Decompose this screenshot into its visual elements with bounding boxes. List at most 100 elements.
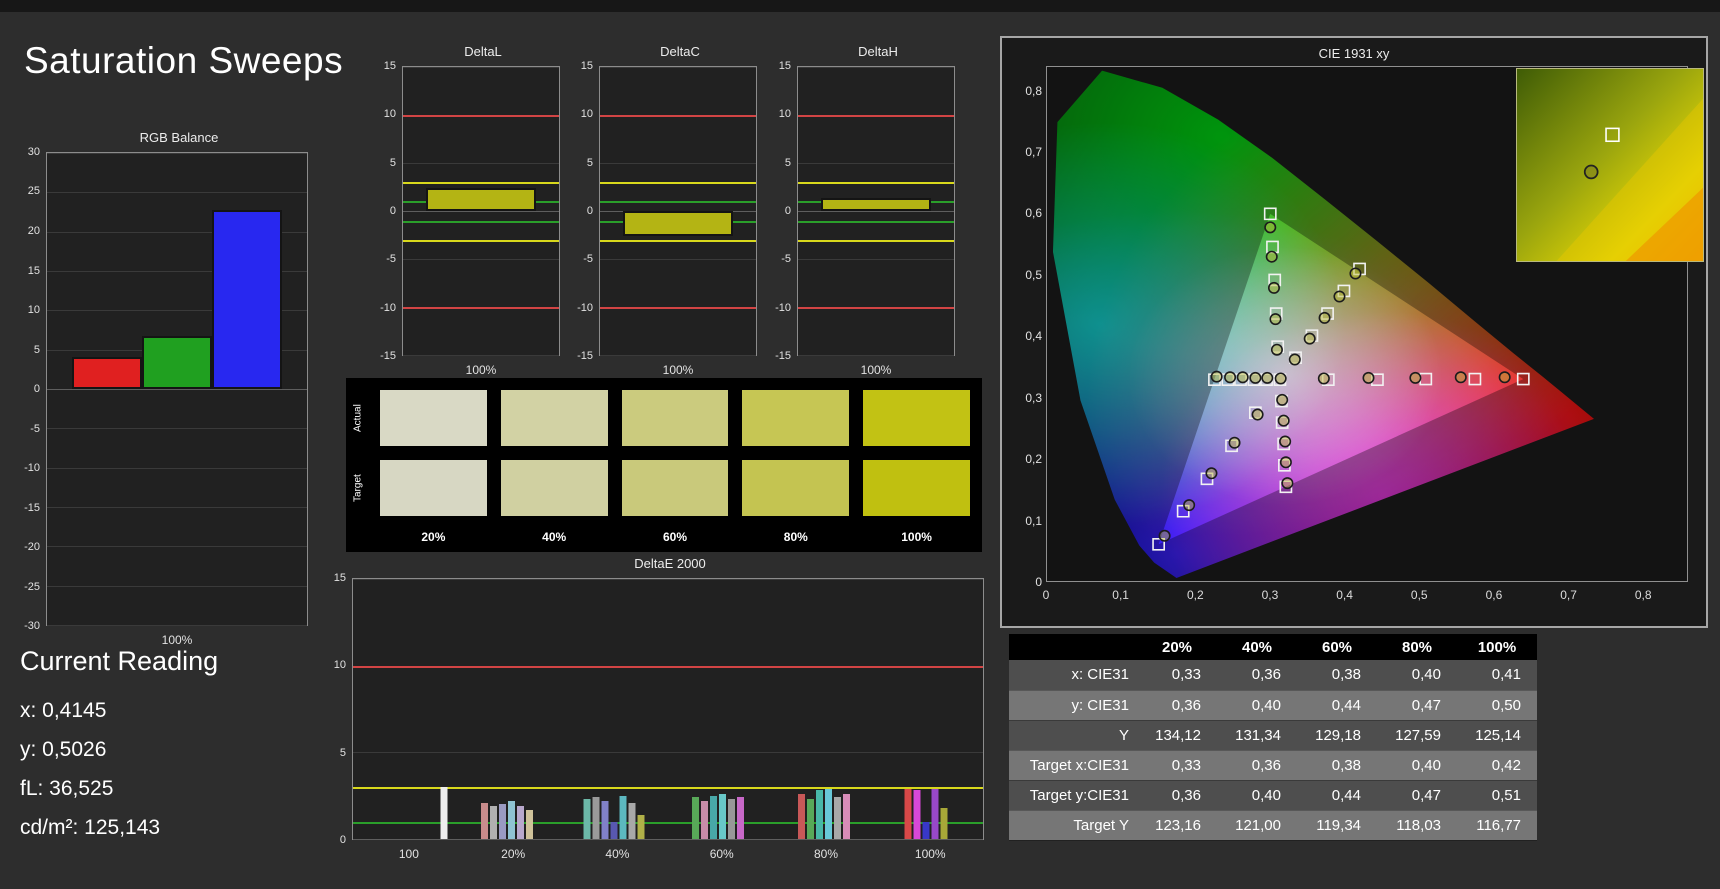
y-tick-label: -15 bbox=[24, 501, 40, 514]
y-tick-label: 5 bbox=[389, 156, 396, 169]
target-swatch bbox=[500, 460, 608, 516]
target-swatch bbox=[742, 460, 850, 516]
grid-line bbox=[47, 192, 307, 194]
reference-line bbox=[798, 239, 954, 242]
cie-measured-marker bbox=[1280, 436, 1290, 446]
deltae-bar bbox=[816, 790, 824, 839]
y-tick-label: 15 bbox=[383, 60, 396, 72]
deltae-bar bbox=[719, 793, 727, 839]
y-tick-label: 0,4 bbox=[1025, 329, 1042, 344]
current-reading-y: y: 0,5026 bbox=[20, 738, 107, 761]
table-cell: 0,47 bbox=[1377, 780, 1457, 811]
actual-swatch bbox=[742, 390, 850, 446]
grid-line bbox=[47, 389, 307, 390]
grid-line bbox=[798, 163, 954, 164]
table-row: Target Y 123,16 121,00 119,34 118,03 116,77 bbox=[1009, 810, 1537, 841]
deltae-bar-group bbox=[583, 579, 645, 839]
cie-measured-marker bbox=[1282, 478, 1292, 488]
reference-line bbox=[798, 220, 954, 223]
deltae-bar-group bbox=[798, 579, 851, 839]
calibration-dashboard: Saturation Sweeps RGB Balance 30 25 20 15 10 5… bbox=[0, 0, 1720, 889]
column-header: 100% bbox=[1457, 634, 1537, 660]
swatch-row-actual: Actual bbox=[350, 390, 970, 446]
x-tick-label: 20% bbox=[501, 847, 526, 861]
chart-plot bbox=[352, 578, 984, 840]
y-axis: 30 25 20 15 10 5 0 -5 -10 -15 -20 -25 -30 bbox=[8, 146, 40, 632]
delta-c-chart: DeltaC 15 10 5 0 -5 -10 -15 100% bbox=[565, 44, 761, 380]
x-tick-label: 0,7 bbox=[1560, 588, 1577, 602]
y-tick-label: -5 bbox=[781, 253, 791, 266]
y-axis: 15 10 5 0 bbox=[316, 572, 346, 846]
reference-line bbox=[600, 182, 756, 185]
y-tick-label: -5 bbox=[386, 253, 396, 266]
table-cell: 0,42 bbox=[1457, 750, 1537, 781]
chart-body: 15 10 5 0 -5 -10 -15 100% bbox=[368, 60, 564, 380]
y-tick-label: -5 bbox=[30, 422, 40, 435]
grid-line bbox=[47, 585, 307, 587]
reference-line bbox=[403, 182, 559, 185]
x-tick-label: 0,8 bbox=[1634, 588, 1652, 602]
table-cell: 0,36 bbox=[1137, 690, 1217, 721]
y-tick-label: 5 bbox=[339, 746, 346, 759]
cie-x-axis: 0 0,1 0,2 0,3 0,4 0,5 0,6 0,7 0,8 bbox=[1043, 588, 1688, 604]
deltae-bar bbox=[628, 802, 636, 839]
x-axis: 100% bbox=[797, 358, 955, 380]
y-tick-label: 0,5 bbox=[1025, 267, 1042, 282]
reference-line bbox=[798, 307, 954, 309]
deltae-bar bbox=[825, 788, 833, 839]
row-label: Target Y bbox=[1009, 810, 1137, 841]
grid-line bbox=[47, 153, 307, 154]
x-tick-label: 0,3 bbox=[1261, 588, 1279, 602]
x-tick-label: 0,2 bbox=[1186, 588, 1204, 602]
actual-swatch bbox=[621, 390, 729, 446]
reference-line bbox=[403, 307, 559, 309]
y-tick-label: 5 bbox=[33, 343, 40, 356]
table-cell: 119,34 bbox=[1297, 810, 1377, 841]
y-tick-label: 10 bbox=[580, 108, 593, 121]
y-tick-label: 10 bbox=[27, 303, 40, 316]
cie-measured-marker bbox=[1499, 372, 1509, 382]
table-row: y: CIE31 0,36 0,40 0,44 0,47 0,50 bbox=[1009, 690, 1537, 721]
deltae-bar bbox=[610, 821, 618, 839]
cie-1931-panel: CIE 1931 xy 0 0,1 0,2 0,3 0,4 0,5 0,6 0,7 0,8 bbox=[1000, 36, 1708, 628]
cie-measured-marker bbox=[1290, 354, 1300, 364]
deltae-bar bbox=[517, 806, 525, 839]
cie-measured-marker bbox=[1275, 373, 1285, 383]
target-swatch bbox=[380, 460, 487, 516]
reference-line bbox=[403, 220, 559, 223]
delta-l-chart: DeltaL 15 10 5 0 -5 -10 -15 100% bbox=[368, 44, 564, 380]
cie-measured-marker bbox=[1267, 251, 1277, 261]
cie-measured-marker bbox=[1281, 457, 1291, 467]
grid-line bbox=[798, 259, 954, 260]
cie-measured-marker bbox=[1277, 395, 1287, 405]
actual-swatch bbox=[863, 390, 970, 446]
table-cell: 129,18 bbox=[1297, 720, 1377, 751]
y-tick-label: -30 bbox=[24, 620, 40, 632]
x-axis: 100% bbox=[599, 358, 757, 380]
y-tick-label: 25 bbox=[27, 185, 40, 198]
row-label: Target y:CIE31 bbox=[1009, 780, 1137, 811]
y-tick-label: 10 bbox=[778, 108, 791, 121]
current-reading-x: x: 0,4145 bbox=[20, 699, 107, 722]
x-axis-label: 100% bbox=[662, 363, 694, 377]
chart-body: 15 10 5 0 -5 -10 -15 100% bbox=[565, 60, 761, 380]
page-title: Saturation Sweeps bbox=[24, 40, 344, 81]
table-row: Target y:CIE31 0,36 0,40 0,44 0,47 0,51 bbox=[1009, 780, 1537, 811]
chart-body: 30 25 20 15 10 5 0 -5 -10 -15 -20 -25 -30 100% bbox=[8, 146, 312, 650]
deltae-bar bbox=[701, 800, 709, 839]
column-header: 80% bbox=[1377, 634, 1457, 660]
deltae-bar bbox=[526, 809, 534, 839]
deltae-bar-group bbox=[481, 579, 534, 839]
y-axis: 15 10 5 0 -5 -10 -15 bbox=[763, 60, 791, 362]
y-tick-label: -25 bbox=[24, 580, 40, 593]
table-cell: 127,59 bbox=[1377, 720, 1457, 751]
x-axis: 100% bbox=[402, 358, 560, 380]
actual-swatch bbox=[500, 390, 608, 446]
cie-measured-marker bbox=[1252, 409, 1262, 419]
grid-line bbox=[798, 211, 954, 212]
cie-measured-marker bbox=[1350, 268, 1360, 278]
grid-line bbox=[600, 355, 756, 356]
table-row: Target x:CIE31 0,33 0,36 0,38 0,40 0,42 bbox=[1009, 750, 1537, 781]
y-tick-label: 0 bbox=[784, 205, 791, 217]
y-axis: 15 10 5 0 -5 -10 -15 bbox=[368, 60, 396, 362]
